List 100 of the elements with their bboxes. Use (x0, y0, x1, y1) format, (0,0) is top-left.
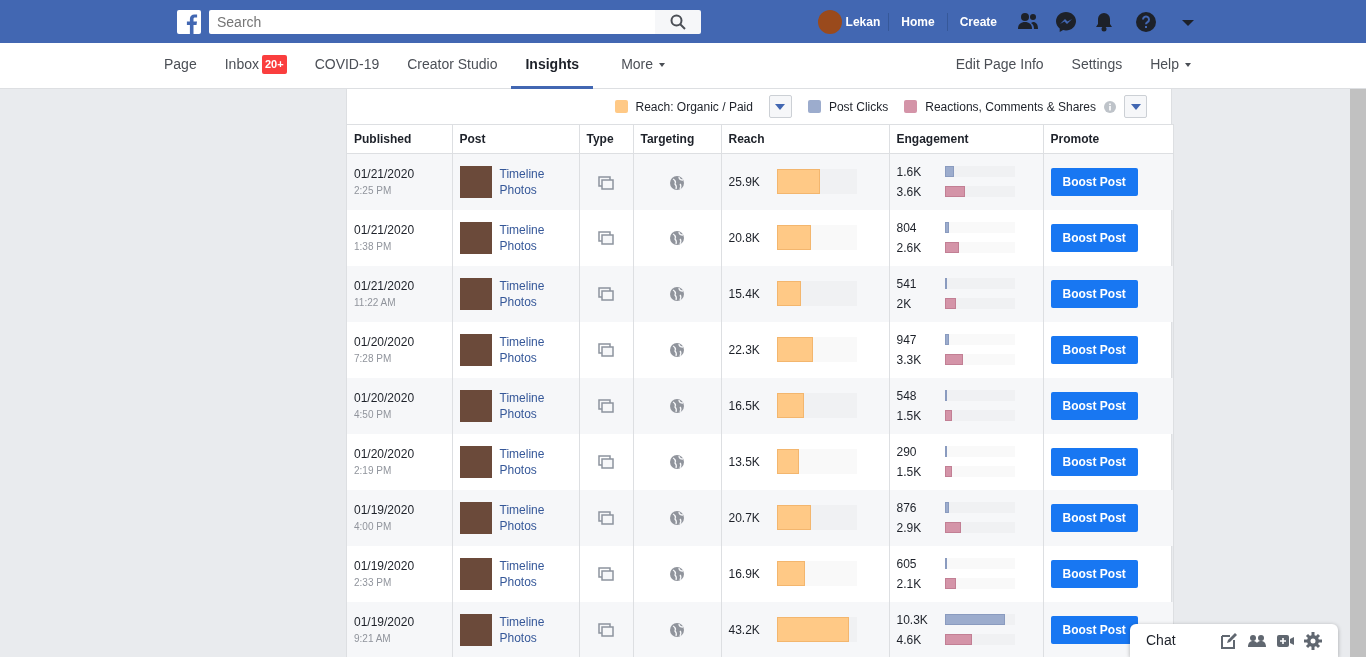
reactions-value: 2.9K (896, 519, 923, 537)
globe-icon (670, 511, 684, 526)
album-icon (598, 455, 614, 470)
clicks-value: 548 (896, 387, 918, 405)
post-link[interactable]: Timeline Photos (499, 221, 560, 254)
profile-link[interactable]: Lekan (817, 9, 889, 34)
reactions-value: 1.5K (896, 463, 923, 481)
boost-post-button[interactable]: Boost Post (1050, 447, 1138, 476)
column-header: Targeting (633, 124, 721, 154)
post-link[interactable]: Timeline Photos (499, 445, 560, 478)
column-header: Published (347, 124, 452, 154)
nav-link[interactable]: Home (888, 12, 947, 31)
photo-placeholder (459, 165, 492, 198)
boost-post-button[interactable]: Boost Post (1050, 223, 1138, 252)
reactions-value: 2.1K (896, 575, 923, 593)
album-icon (598, 511, 614, 526)
caret-icon (1130, 103, 1141, 110)
publish-time: 7:28 PM (354, 352, 393, 366)
reach-value: 20.8K (728, 229, 761, 247)
reach-value: 15.4K (728, 285, 761, 303)
count-badge: 20+ (261, 55, 287, 74)
scrollbar[interactable] (1350, 89, 1366, 657)
facebook-logo-icon[interactable] (177, 9, 201, 34)
boost-post-button[interactable]: Boost Post (1050, 391, 1138, 420)
notifications-bell-icon[interactable] (1093, 10, 1115, 33)
page-tab[interactable]: More (607, 43, 681, 89)
reach-value: 22.3K (728, 341, 761, 359)
reach-value: 16.5K (728, 397, 761, 415)
photo-placeholder (459, 613, 492, 646)
publish-time: 11:22 AM (354, 296, 397, 310)
photo-placeholder (459, 445, 492, 478)
publish-time: 9:21 AM (354, 632, 392, 646)
boost-post-button[interactable]: Boost Post (1050, 279, 1138, 308)
help-icon[interactable] (1135, 10, 1157, 33)
reactions-value: 2K (896, 295, 913, 313)
caret-icon (775, 103, 786, 110)
globe-icon (670, 175, 684, 190)
legend-label: Reach: Organic / Paid (635, 98, 753, 116)
page-tab[interactable]: COVID-19 (300, 43, 394, 89)
search-field[interactable]: Search (209, 9, 655, 34)
globe-icon (670, 343, 684, 358)
clicks-value: 10.3K (896, 611, 929, 629)
compose-icon[interactable] (1220, 631, 1238, 650)
clicks-value: 804 (896, 219, 918, 237)
clicks-value: 541 (896, 275, 918, 293)
reach-value: 43.2K (728, 621, 761, 639)
album-icon (598, 231, 614, 246)
photo-placeholder (459, 501, 492, 534)
reactions-value: 3.6K (896, 183, 923, 201)
search-icon (670, 13, 686, 30)
dropdown-button[interactable] (768, 95, 792, 118)
page-tab[interactable]: Settings (1057, 43, 1137, 89)
globe-icon (670, 455, 684, 470)
avatar (817, 9, 842, 34)
page-tab[interactable]: Inbox 20+ (210, 43, 301, 89)
boost-post-button[interactable]: Boost Post (1050, 167, 1138, 196)
page-tab[interactable]: Edit Page Info (941, 43, 1058, 89)
publish-date: 01/19/2020 (354, 502, 416, 519)
legend-label: Post Clicks (828, 98, 889, 116)
publish-time: 4:50 PM (354, 408, 393, 422)
photo-placeholder (459, 333, 492, 366)
reach-value: 25.9K (728, 173, 761, 191)
page-tab[interactable]: Creator Studio (393, 43, 512, 89)
chat-bar[interactable]: Chat (1130, 624, 1338, 657)
boost-post-button[interactable]: Boost Post (1050, 559, 1138, 588)
search-button[interactable] (655, 9, 701, 34)
photo-placeholder (459, 389, 492, 422)
publish-date: 01/21/2020 (354, 166, 416, 184)
dropdown-button[interactable] (1124, 95, 1147, 118)
page-tab[interactable]: Page (150, 43, 211, 89)
page-tab[interactable]: Help (1136, 43, 1206, 89)
album-icon (598, 287, 614, 302)
user-name: Lekan (845, 13, 881, 31)
nav-link[interactable]: Create (946, 12, 1009, 31)
clicks-value: 947 (896, 331, 918, 349)
clicks-value: 876 (896, 499, 918, 517)
chat-title: Chat (1146, 631, 1176, 650)
settings-icon[interactable] (1304, 631, 1322, 650)
publish-date: 01/20/2020 (354, 334, 416, 351)
clicks-value: 1.6K (896, 163, 923, 181)
post-link[interactable]: Timeline Photos (499, 333, 560, 366)
reactions-value: 1.5K (896, 407, 923, 425)
reactions-value: 3.3K (896, 351, 923, 369)
clicks-value: 290 (896, 443, 918, 461)
globe-icon (670, 623, 684, 638)
globe-icon (670, 567, 684, 582)
album-icon (598, 343, 614, 358)
globe-icon (670, 231, 684, 246)
reactions-value: 2.6K (896, 239, 923, 257)
boost-post-button[interactable]: Boost Post (1050, 335, 1138, 364)
legend-label: Reactions, Comments & Shares (925, 98, 1096, 116)
publish-date: 01/21/2020 (354, 222, 416, 239)
boost-post-button[interactable]: Boost Post (1050, 615, 1138, 644)
photo-placeholder (459, 277, 492, 310)
publish-time: 2:19 PM (354, 464, 393, 478)
publish-date: 01/19/2020 (354, 614, 416, 631)
reach-value: 16.9K (728, 565, 761, 583)
boost-post-button[interactable]: Boost Post (1050, 503, 1138, 532)
messenger-icon[interactable] (1055, 10, 1077, 33)
post-link[interactable]: Timeline Photos (499, 557, 560, 590)
